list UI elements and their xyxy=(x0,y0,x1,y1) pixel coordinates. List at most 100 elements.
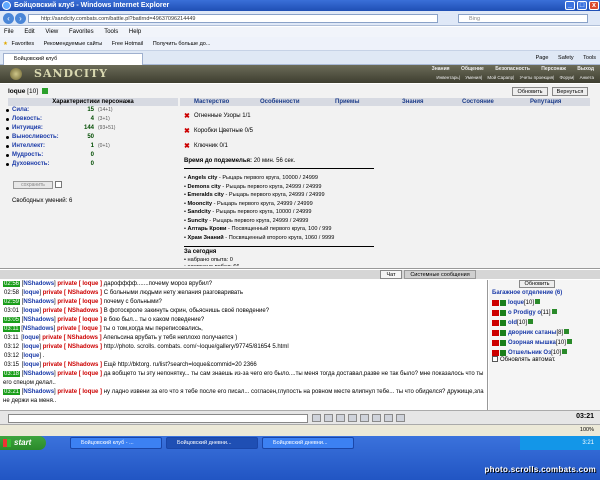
chat-nick[interactable]: NShadows xyxy=(23,371,54,377)
tab-techniques[interactable]: Приемы xyxy=(335,98,360,106)
chat-nick[interactable]: loque xyxy=(23,353,39,359)
chat-nick[interactable]: loque xyxy=(23,362,39,368)
menu-file[interactable]: File xyxy=(4,29,14,35)
chat-mode-icon[interactable] xyxy=(396,414,405,422)
user-nick[interactable]: loque xyxy=(508,300,524,306)
info-icon[interactable] xyxy=(41,88,48,95)
room-user[interactable]: Озорная мышка[10] xyxy=(492,338,600,348)
user-info-icon[interactable] xyxy=(551,309,557,314)
user-info-icon[interactable] xyxy=(566,339,572,344)
tab-chat[interactable]: Чат xyxy=(380,270,402,279)
chat-nick[interactable]: loque xyxy=(23,290,39,296)
favorites-button[interactable]: Favorites xyxy=(11,41,34,47)
auto-refresh[interactable]: Обновлять автомат. xyxy=(492,356,556,364)
chat-nick[interactable]: NShadows xyxy=(23,281,54,287)
user-nick[interactable]: o Prodigy o xyxy=(508,310,541,316)
chat-settings-icon[interactable] xyxy=(384,414,393,422)
chat-nick[interactable]: loque xyxy=(23,308,39,314)
tab-knowledge[interactable]: Знания xyxy=(402,98,424,106)
room-user[interactable]: old[10] xyxy=(492,318,600,328)
clear-icon[interactable] xyxy=(336,414,345,422)
room-user[interactable]: дворник сатаны[8] xyxy=(492,328,600,338)
room-user[interactable]: loque[10] xyxy=(492,298,600,308)
menu-help[interactable]: Help xyxy=(129,29,141,35)
user-nick[interactable]: Озорная мышка xyxy=(508,340,556,346)
back-arrow-icon[interactable]: ‹ xyxy=(3,13,14,24)
nav-communication[interactable]: Общение xyxy=(461,66,484,72)
taskbar-item[interactable]: Бойцовский дневни... xyxy=(166,437,258,449)
menu-edit[interactable]: Edit xyxy=(24,29,34,35)
favorites-star-icon[interactable]: ★ xyxy=(3,41,8,47)
chat-recipient[interactable]: loque xyxy=(82,371,98,377)
subnav-item[interactable]: Форум xyxy=(560,75,574,80)
chat-nick[interactable]: loque xyxy=(23,335,39,341)
nav-knowledge[interactable]: Знания xyxy=(432,66,450,72)
chat-nick[interactable]: loque xyxy=(23,344,39,350)
tab-mastery[interactable]: Мастерство xyxy=(194,98,229,106)
address-input[interactable]: http://sandcity.combats.com/battle.pl?ba… xyxy=(28,14,438,23)
chat-recipient[interactable]: NShadows xyxy=(67,335,98,341)
chat-nick[interactable]: NShadows xyxy=(23,326,54,332)
user-info-icon[interactable] xyxy=(535,299,541,304)
chat-recipient[interactable]: NShadows xyxy=(68,362,99,368)
close-button[interactable]: x xyxy=(589,1,599,10)
user-info-icon[interactable] xyxy=(528,319,534,324)
zoom-level[interactable]: 100% xyxy=(580,425,594,436)
subnav-item[interactable]: Умения xyxy=(465,75,481,80)
chat-nick[interactable]: NShadows xyxy=(23,389,54,395)
fav-item[interactable]: Получить больше до... xyxy=(153,41,211,47)
user-info-icon[interactable] xyxy=(562,349,568,354)
start-button[interactable]: start xyxy=(0,436,46,450)
tab-reputation[interactable]: Репутация xyxy=(530,98,561,106)
filter-icon[interactable] xyxy=(348,414,357,422)
chat-recipient[interactable]: loque xyxy=(82,299,98,305)
fav-item[interactable]: Рекомендуемые сайты xyxy=(44,41,103,47)
user-info-icon[interactable] xyxy=(564,329,570,334)
tools-menu[interactable]: Tools xyxy=(583,55,596,61)
maximize-button[interactable]: □ xyxy=(577,1,587,10)
minimize-button[interactable]: _ xyxy=(565,1,575,10)
refresh-button[interactable]: Обновить xyxy=(519,280,555,288)
player-nick[interactable]: loque xyxy=(8,88,25,95)
user-nick[interactable]: old xyxy=(508,320,517,326)
menu-tools[interactable]: Tools xyxy=(104,29,118,35)
chat-recipient[interactable]: loque xyxy=(82,281,98,287)
chat-recipient[interactable]: NShadows xyxy=(68,308,99,314)
nav-security[interactable]: Безопасность xyxy=(495,66,530,72)
update-button[interactable]: Обновить xyxy=(512,87,548,96)
subnav-item[interactable]: Анкета xyxy=(580,75,594,80)
chat-recipient[interactable]: loque xyxy=(82,389,98,395)
chat-recipient[interactable]: NShadows xyxy=(68,344,99,350)
tab-state[interactable]: Состояние xyxy=(462,98,494,106)
user-nick[interactable]: дворник сатаны xyxy=(508,330,557,336)
fav-item[interactable]: Free Hotmail xyxy=(112,41,143,47)
chat-nick[interactable]: NShadows xyxy=(23,299,54,305)
nav-exit[interactable]: Выход xyxy=(577,66,594,72)
menu-favorites[interactable]: Favorites xyxy=(69,29,94,35)
subnav-item[interactable]: Мой Сарапр xyxy=(487,75,513,80)
tab-features[interactable]: Особенности xyxy=(260,98,300,106)
room-user[interactable]: o Prodigy o[11] xyxy=(492,308,600,318)
smiles-icon[interactable] xyxy=(324,414,333,422)
page-menu[interactable]: Page xyxy=(536,55,549,61)
browser-tab[interactable]: Бойцовский клуб xyxy=(3,53,143,65)
nav-character[interactable]: Персонаж xyxy=(541,66,566,72)
subnav-item[interactable]: Инвентарь xyxy=(436,75,458,80)
sound-icon[interactable] xyxy=(372,414,381,422)
chat-recipient[interactable]: NShadows xyxy=(68,290,99,296)
back-button[interactable]: Вернуться xyxy=(552,87,588,96)
safety-menu[interactable]: Safety xyxy=(558,55,574,61)
taskbar-item[interactable]: Бойцовский клуб - ... xyxy=(70,437,162,449)
menu-view[interactable]: View xyxy=(45,29,58,35)
search-input[interactable]: Bing xyxy=(458,14,588,23)
send-icon[interactable] xyxy=(312,414,321,422)
translit-icon[interactable] xyxy=(360,414,369,422)
subnav-item[interactable]: Учеты проекция xyxy=(520,75,554,80)
tab-system-messages[interactable]: Системные сообщения xyxy=(404,270,476,279)
chat-message-input[interactable] xyxy=(8,414,308,423)
taskbar-item[interactable]: Бойцовский дневни... xyxy=(262,437,354,449)
forward-arrow-icon[interactable]: › xyxy=(15,13,26,24)
save-button[interactable]: сохранить xyxy=(13,181,53,189)
chat-recipient[interactable]: loque xyxy=(82,317,98,323)
auto-refresh-checkbox[interactable] xyxy=(492,356,498,363)
